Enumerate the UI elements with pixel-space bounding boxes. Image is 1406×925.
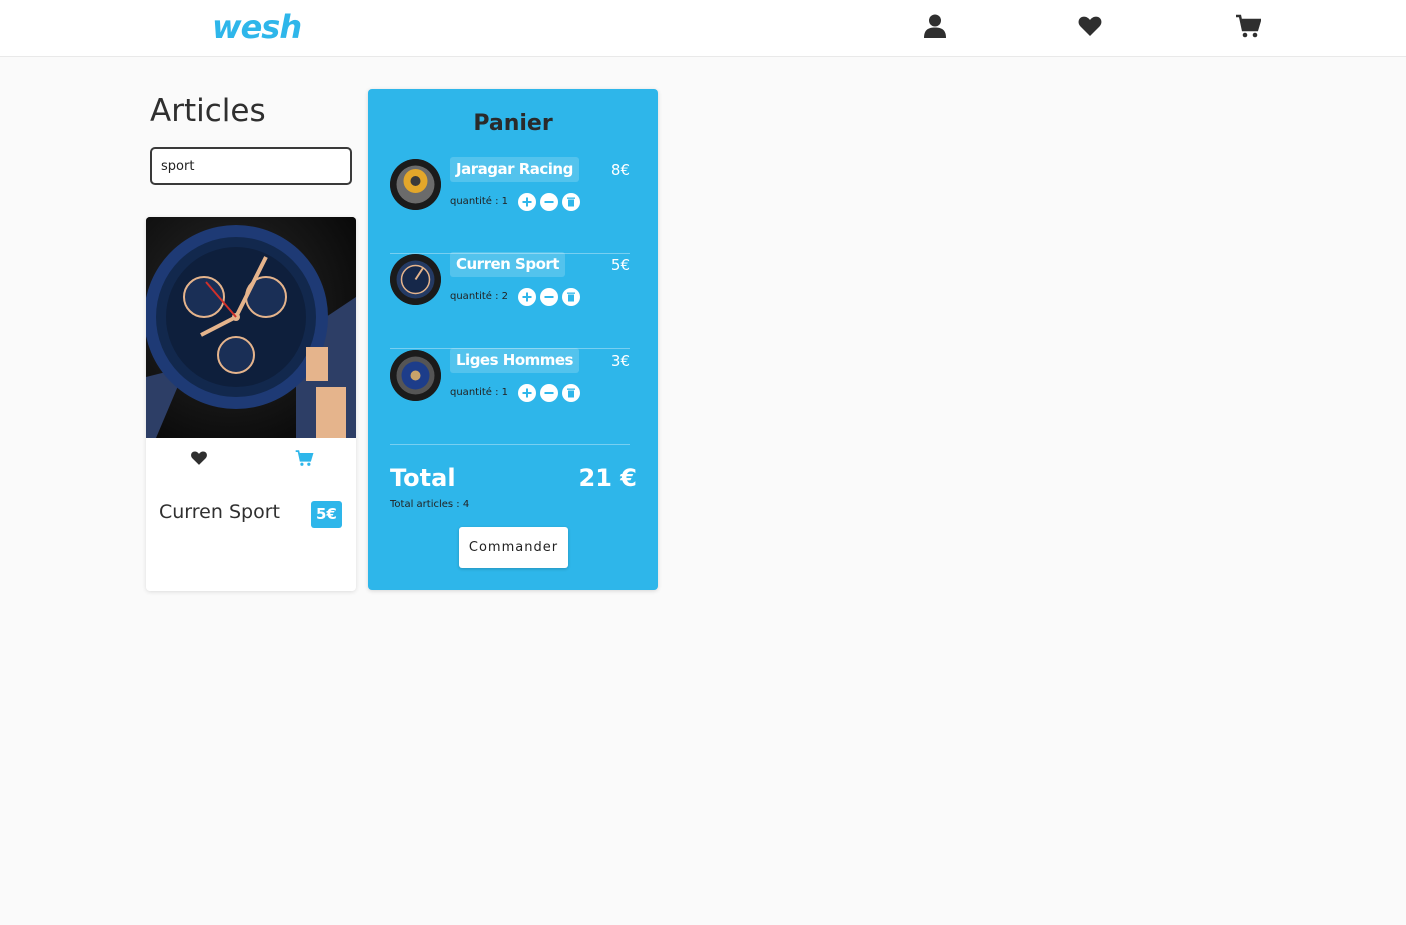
cart-item: Liges Hommes 3€ quantité : 1: [390, 348, 630, 445]
cart-item-quantity: quantité : 1: [450, 196, 509, 207]
product-thumbnail: [390, 350, 441, 401]
cart-item-name: Curren Sport: [450, 252, 565, 277]
cart-icon[interactable]: [294, 449, 314, 467]
total-articles-count: Total articles : 4: [390, 499, 470, 510]
cart-item-price: 3€: [610, 352, 630, 370]
cart-item-name: Liges Hommes: [450, 348, 579, 373]
cart-item: Curren Sport 5€ quantité : 2: [390, 252, 630, 349]
plus-icon[interactable]: [518, 193, 536, 211]
minus-icon[interactable]: [540, 288, 558, 306]
plus-icon[interactable]: [518, 384, 536, 402]
cart-item-name: Jaragar Racing: [450, 157, 579, 182]
product-image[interactable]: [146, 217, 356, 438]
cart-item-price: 8€: [610, 161, 630, 179]
user-icon[interactable]: [922, 13, 948, 39]
cart-item-price: 5€: [610, 256, 630, 274]
product-card[interactable]: Curren Sport 5€: [146, 217, 356, 591]
price-badge: 5€: [311, 501, 342, 528]
product-thumbnail: [390, 159, 441, 210]
minus-icon[interactable]: [540, 193, 558, 211]
trash-icon[interactable]: [562, 384, 580, 402]
search-input[interactable]: [150, 147, 352, 185]
trash-icon[interactable]: [562, 193, 580, 211]
product-thumbnail: [390, 254, 441, 305]
product-name: Curren Sport: [159, 501, 280, 523]
total-label: Total: [390, 464, 456, 492]
brand-logo[interactable]: wesh: [212, 8, 302, 46]
cart-item: Jaragar Racing 8€ quantité : 1: [390, 157, 630, 254]
total-value: 21 €: [578, 464, 637, 492]
trash-icon[interactable]: [562, 288, 580, 306]
order-button[interactable]: Commander: [459, 527, 568, 568]
heart-icon[interactable]: [1077, 13, 1103, 39]
heart-icon[interactable]: [189, 449, 209, 467]
top-navbar: wesh: [0, 0, 1406, 57]
cart-item-quantity: quantité : 1: [450, 387, 509, 398]
cart-item-quantity: quantité : 2: [450, 291, 509, 302]
page-title: Articles: [150, 93, 266, 129]
minus-icon[interactable]: [540, 384, 558, 402]
plus-icon[interactable]: [518, 288, 536, 306]
cart-title: Panier: [473, 111, 553, 136]
cart-icon[interactable]: [1235, 13, 1261, 39]
cart-panel: Panier Jaragar Racing 8€ quantité : 1 Cu…: [368, 89, 658, 590]
